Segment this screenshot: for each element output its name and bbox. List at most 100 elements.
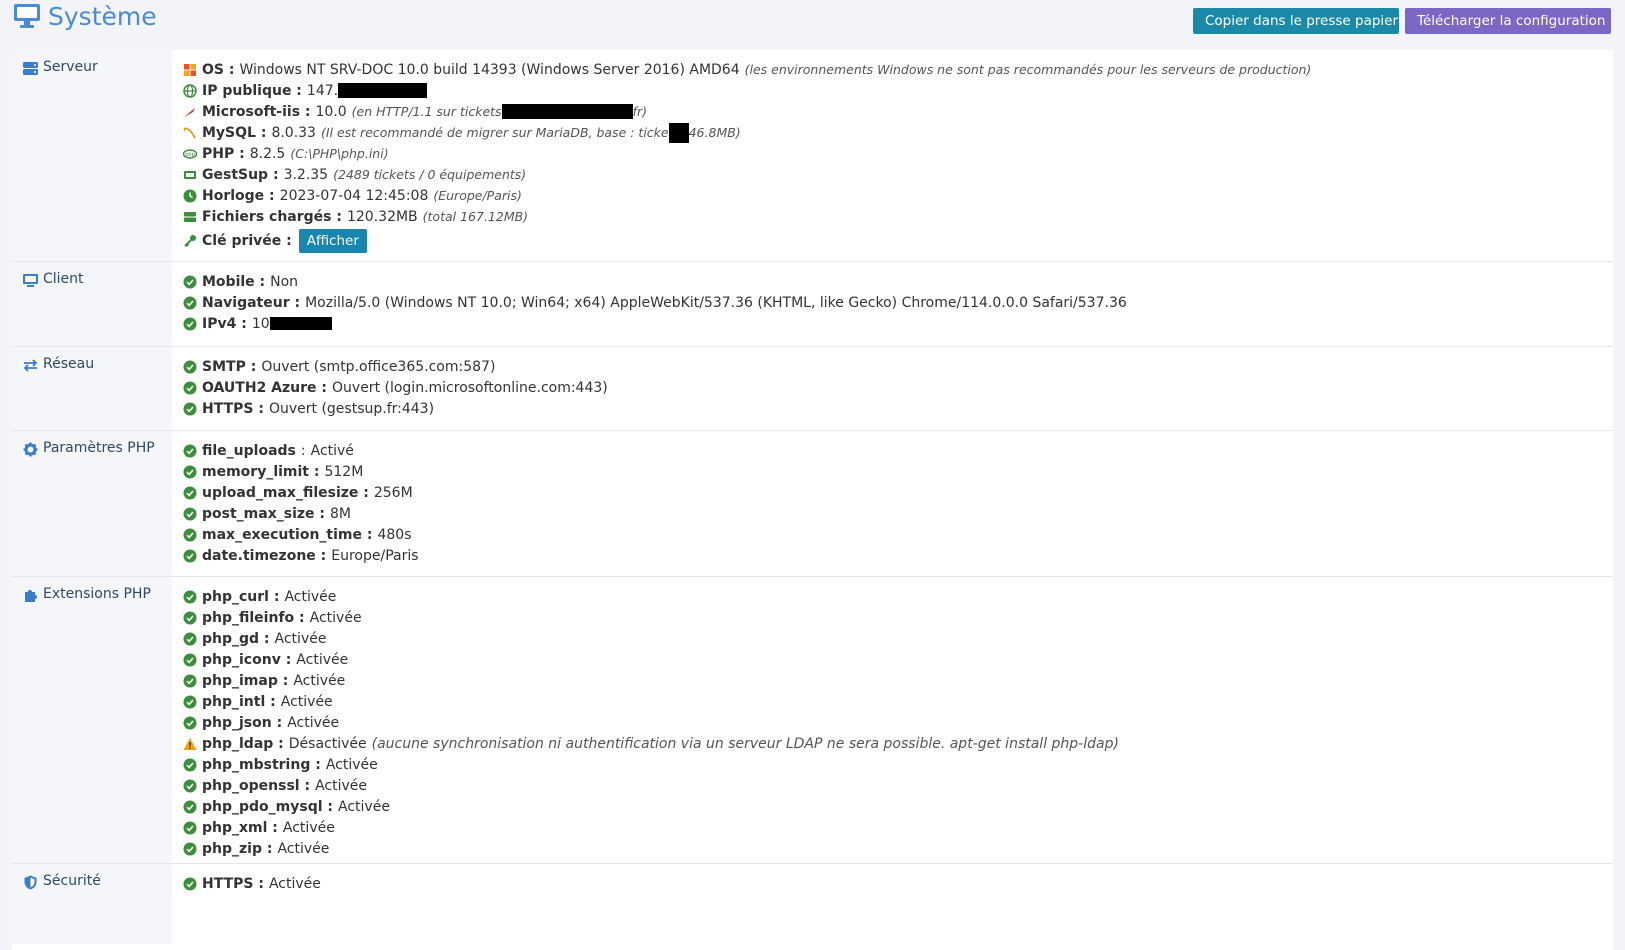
info-value: 120.32MB: [346, 208, 418, 225]
info-row-os: OS : Windows NT SRV-DOC 10.0 build 14393…: [183, 59, 1613, 80]
ticket-icon: [184, 170, 196, 179]
info-value: Activée: [309, 609, 362, 626]
info-value: Ouvert (login.microsoftonline.com:443): [332, 379, 608, 396]
svg-text:php: php: [185, 152, 195, 158]
info-row: HTTPS : Activée: [183, 873, 1613, 894]
show-key-button[interactable]: Afficher: [298, 229, 367, 253]
info-note: (total 167.12MB): [422, 209, 529, 224]
windows-icon: [184, 63, 196, 76]
info-value: Activée: [287, 714, 340, 731]
redacted-block: [668, 122, 689, 143]
feather-icon: [184, 107, 195, 117]
check-circle-icon: [183, 317, 197, 330]
check-circle-icon: [183, 779, 197, 792]
section-body-client: Mobile : Non Navigateur : Mozilla/5.0 (W…: [172, 262, 1613, 346]
info-key: upload_max_filesize :: [202, 484, 369, 501]
info-key: IP publique :: [202, 82, 302, 99]
section-body-serveur: OS : Windows NT SRV-DOC 10.0 build 14393…: [172, 50, 1613, 261]
info-note: (Europe/Paris): [433, 188, 522, 203]
info-row: php_gd : Activée: [183, 628, 1613, 649]
key-icon: [184, 235, 196, 248]
section-securite: Sécurité HTTPS : Activée: [12, 864, 1613, 944]
info-key: php_pdo_mysql :: [202, 798, 334, 815]
info-value: 3.2.35: [283, 166, 329, 183]
section-label-securite: Sécurité: [12, 864, 172, 944]
info-key: IPv4 :: [202, 315, 247, 332]
info-value: 8M: [329, 505, 351, 522]
info-key: php_gd :: [202, 630, 270, 647]
hdd-icon: [184, 211, 196, 222]
download-config-label: Télécharger la configuration: [1417, 13, 1606, 29]
section-label-reseau: Réseau: [12, 347, 172, 430]
info-key: HTTPS :: [202, 875, 264, 892]
warning-icon: [183, 737, 197, 750]
info-row-php: php PHP : 8.2.5 (C:\PHP\php.ini): [183, 143, 1613, 164]
info-value: 10: [251, 315, 270, 332]
info-value: Désactivée: [288, 735, 367, 752]
info-key: memory_limit :: [202, 463, 320, 480]
info-value: 8.0.33: [271, 124, 316, 141]
info-value: Activée: [284, 588, 337, 605]
info-note: fr): [632, 104, 647, 119]
info-row: php_openssl : Activée: [183, 775, 1613, 796]
check-circle-icon: [183, 507, 197, 520]
info-row-gestsup: GestSup : 3.2.35 (2489 tickets / 0 équip…: [183, 164, 1613, 185]
info-row: php_iconv : Activée: [183, 649, 1613, 670]
check-circle-icon: [183, 821, 197, 834]
desktop-icon: [23, 274, 38, 287]
info-value: 147.: [306, 82, 339, 99]
check-circle-icon: [183, 465, 197, 478]
section-body-reseau: SMTP : Ouvert (smtp.office365.com:587) O…: [172, 347, 1613, 430]
page-title: Système: [12, 1, 157, 31]
info-key: HTTPS :: [202, 400, 264, 417]
check-circle-icon: [183, 296, 197, 309]
info-key: Mobile :: [202, 273, 266, 290]
info-row-mysql: MySQL : 8.0.33 (Il est recommandé de mig…: [183, 122, 1613, 143]
exchange-icon: [23, 359, 38, 372]
info-value: Activé: [310, 442, 354, 459]
info-row: php_pdo_mysql : Activée: [183, 796, 1613, 817]
info-row: php_intl : Activée: [183, 691, 1613, 712]
info-sep: :: [300, 442, 306, 459]
check-circle-icon: [183, 632, 197, 645]
info-row: file_uploads : Activé: [183, 440, 1613, 461]
info-key: Navigateur :: [202, 294, 301, 311]
section-body-extensions: php_curl : Activée php_fileinfo : Activé…: [172, 577, 1613, 863]
info-value: Activée: [268, 875, 321, 892]
info-row-fichiers: Fichiers chargés : 120.32MB (total 167.1…: [183, 206, 1613, 227]
page-header: Système Copier dans le presse papier Tél…: [0, 0, 1625, 38]
info-note: (en HTTP/1.1 sur tickets: [351, 104, 502, 119]
shield-icon: [24, 875, 37, 890]
section-title: Paramètres PHP: [43, 440, 155, 456]
info-key: OS :: [202, 61, 235, 78]
copy-clipboard-button[interactable]: Copier dans le presse papier: [1193, 8, 1399, 34]
info-key: SMTP :: [202, 358, 257, 375]
section-title: Réseau: [43, 356, 95, 372]
check-circle-icon: [183, 842, 197, 855]
info-note: (les environnements Windows ne sont pas …: [744, 62, 1312, 77]
system-card: Serveur OS : Windows NT SRV-DOC 10.0 bui…: [12, 50, 1613, 950]
section-title: Extensions PHP: [43, 586, 151, 602]
info-row: Mobile : Non: [183, 271, 1613, 292]
check-circle-icon: [183, 695, 197, 708]
section-client: Client Mobile : Non Navigateur : Mozilla…: [12, 262, 1613, 347]
gear-icon: [23, 442, 38, 457]
redacted-block: [338, 83, 428, 98]
info-value: Europe/Paris: [331, 547, 419, 564]
section-title: Sécurité: [43, 873, 101, 889]
download-config-button[interactable]: Télécharger la configuration: [1405, 8, 1611, 34]
info-row: php_fileinfo : Activée: [183, 607, 1613, 628]
info-key: Fichiers chargés :: [202, 208, 342, 225]
check-circle-icon: [183, 877, 197, 890]
section-title: Serveur: [43, 59, 98, 75]
info-key: file_uploads: [202, 442, 296, 459]
info-key: php_curl :: [202, 588, 280, 605]
info-key: php_json :: [202, 714, 283, 731]
info-row: php_json : Activée: [183, 712, 1613, 733]
globe-icon: [183, 83, 197, 98]
info-value: Activée: [282, 819, 335, 836]
info-row: IPv4 : 10: [183, 313, 1613, 334]
php-icon: php: [183, 148, 197, 159]
check-circle-icon: [183, 674, 197, 687]
info-key: php_fileinfo :: [202, 609, 305, 626]
